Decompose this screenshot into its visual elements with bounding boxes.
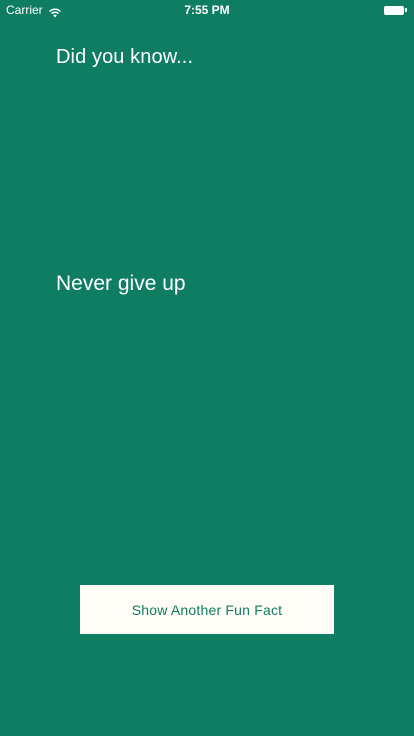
did-you-know-heading: Did you know... [56, 46, 194, 68]
show-another-fun-fact-button[interactable]: Show Another Fun Fact [80, 585, 334, 634]
fun-fact-label: Never give up [56, 272, 186, 295]
app-screen: Carrier 7:55 PM Did you know... Never gi… [0, 0, 414, 736]
battery-icon [384, 5, 408, 15]
status-time: 7:55 PM [184, 3, 230, 17]
battery-body [384, 5, 404, 15]
status-bar: Carrier 7:55 PM [0, 0, 414, 20]
battery-tip [405, 8, 407, 12]
